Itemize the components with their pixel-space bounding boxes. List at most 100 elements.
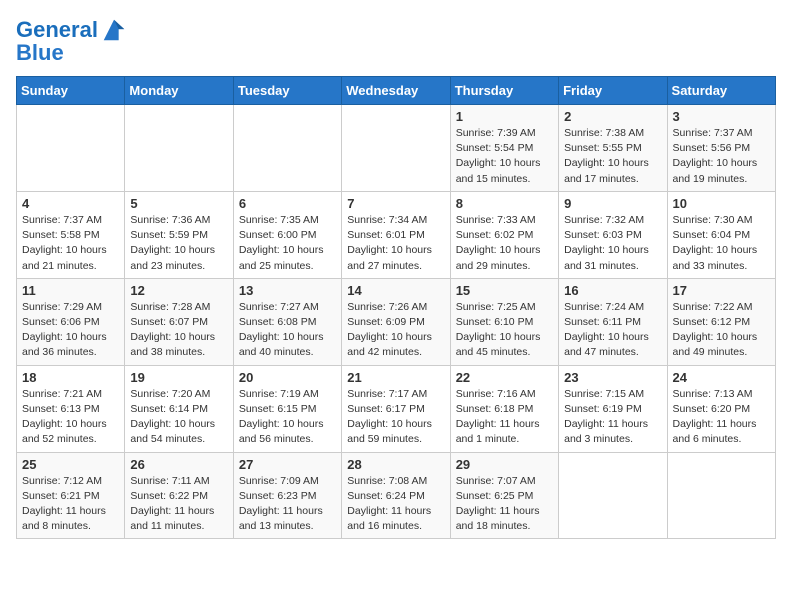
calendar-cell: 25 Sunrise: 7:12 AMSunset: 6:21 PMDayligh…	[17, 452, 125, 539]
day-number: 18	[22, 370, 119, 385]
day-number: 27	[239, 457, 336, 472]
page-header: General Blue	[16, 16, 776, 66]
day-info: Sunrise: 7:35 AMSunset: 6:00 PMDaylight:…	[239, 213, 336, 274]
calendar-cell: 12 Sunrise: 7:28 AMSunset: 6:07 PMDayligh…	[125, 278, 233, 365]
day-number: 26	[130, 457, 227, 472]
calendar-cell: 17 Sunrise: 7:22 AMSunset: 6:12 PMDayligh…	[667, 278, 775, 365]
day-info: Sunrise: 7:39 AMSunset: 5:54 PMDaylight:…	[456, 126, 553, 187]
day-info: Sunrise: 7:37 AMSunset: 5:56 PMDaylight:…	[673, 126, 770, 187]
day-info: Sunrise: 7:21 AMSunset: 6:13 PMDaylight:…	[22, 387, 119, 448]
day-info: Sunrise: 7:26 AMSunset: 6:09 PMDaylight:…	[347, 300, 444, 361]
calendar-cell	[125, 105, 233, 192]
calendar-table: SundayMondayTuesdayWednesdayThursdayFrid…	[16, 76, 776, 539]
day-info: Sunrise: 7:32 AMSunset: 6:03 PMDaylight:…	[564, 213, 661, 274]
calendar-cell: 8 Sunrise: 7:33 AMSunset: 6:02 PMDaylight…	[450, 191, 558, 278]
day-number: 4	[22, 196, 119, 211]
day-number: 28	[347, 457, 444, 472]
calendar-cell: 10 Sunrise: 7:30 AMSunset: 6:04 PMDayligh…	[667, 191, 775, 278]
day-number: 7	[347, 196, 444, 211]
calendar-cell: 3 Sunrise: 7:37 AMSunset: 5:56 PMDaylight…	[667, 105, 775, 192]
weekday-header: Sunday	[17, 77, 125, 105]
day-number: 21	[347, 370, 444, 385]
day-info: Sunrise: 7:12 AMSunset: 6:21 PMDaylight:…	[22, 474, 119, 535]
calendar-week-row: 4 Sunrise: 7:37 AMSunset: 5:58 PMDaylight…	[17, 191, 776, 278]
day-info: Sunrise: 7:20 AMSunset: 6:14 PMDaylight:…	[130, 387, 227, 448]
calendar-cell	[559, 452, 667, 539]
calendar-week-row: 11 Sunrise: 7:29 AMSunset: 6:06 PMDayligh…	[17, 278, 776, 365]
calendar-cell: 9 Sunrise: 7:32 AMSunset: 6:03 PMDaylight…	[559, 191, 667, 278]
calendar-cell: 13 Sunrise: 7:27 AMSunset: 6:08 PMDayligh…	[233, 278, 341, 365]
calendar-cell: 23 Sunrise: 7:15 AMSunset: 6:19 PMDayligh…	[559, 365, 667, 452]
day-info: Sunrise: 7:27 AMSunset: 6:08 PMDaylight:…	[239, 300, 336, 361]
day-info: Sunrise: 7:24 AMSunset: 6:11 PMDaylight:…	[564, 300, 661, 361]
day-number: 5	[130, 196, 227, 211]
weekday-header: Thursday	[450, 77, 558, 105]
day-number: 6	[239, 196, 336, 211]
calendar-cell: 19 Sunrise: 7:20 AMSunset: 6:14 PMDayligh…	[125, 365, 233, 452]
day-info: Sunrise: 7:09 AMSunset: 6:23 PMDaylight:…	[239, 474, 336, 535]
day-number: 19	[130, 370, 227, 385]
day-info: Sunrise: 7:30 AMSunset: 6:04 PMDaylight:…	[673, 213, 770, 274]
weekday-header: Friday	[559, 77, 667, 105]
day-number: 25	[22, 457, 119, 472]
calendar-week-row: 1 Sunrise: 7:39 AMSunset: 5:54 PMDaylight…	[17, 105, 776, 192]
day-info: Sunrise: 7:22 AMSunset: 6:12 PMDaylight:…	[673, 300, 770, 361]
logo-text: General	[16, 18, 98, 42]
day-info: Sunrise: 7:33 AMSunset: 6:02 PMDaylight:…	[456, 213, 553, 274]
calendar-cell: 29Sunrise: 7:07 AMSunset: 6:25 PMDayligh…	[450, 452, 558, 539]
calendar-week-row: 25 Sunrise: 7:12 AMSunset: 6:21 PMDayligh…	[17, 452, 776, 539]
day-number: 23	[564, 370, 661, 385]
calendar-cell: 11 Sunrise: 7:29 AMSunset: 6:06 PMDayligh…	[17, 278, 125, 365]
calendar-cell: 2Sunrise: 7:38 AMSunset: 5:55 PMDaylight…	[559, 105, 667, 192]
calendar-cell	[17, 105, 125, 192]
calendar-cell: 16 Sunrise: 7:24 AMSunset: 6:11 PMDayligh…	[559, 278, 667, 365]
day-number: 20	[239, 370, 336, 385]
day-info: Sunrise: 7:15 AMSunset: 6:19 PMDaylight:…	[564, 387, 661, 448]
calendar-cell: 4 Sunrise: 7:37 AMSunset: 5:58 PMDaylight…	[17, 191, 125, 278]
day-number: 22	[456, 370, 553, 385]
day-info: Sunrise: 7:07 AMSunset: 6:25 PMDaylight:…	[456, 474, 553, 535]
day-info: Sunrise: 7:28 AMSunset: 6:07 PMDaylight:…	[130, 300, 227, 361]
day-info: Sunrise: 7:17 AMSunset: 6:17 PMDaylight:…	[347, 387, 444, 448]
day-info: Sunrise: 7:13 AMSunset: 6:20 PMDaylight:…	[673, 387, 770, 448]
day-info: Sunrise: 7:25 AMSunset: 6:10 PMDaylight:…	[456, 300, 553, 361]
day-info: Sunrise: 7:29 AMSunset: 6:06 PMDaylight:…	[22, 300, 119, 361]
day-number: 11	[22, 283, 119, 298]
weekday-header: Monday	[125, 77, 233, 105]
calendar-cell: 20 Sunrise: 7:19 AMSunset: 6:15 PMDayligh…	[233, 365, 341, 452]
logo-icon	[100, 16, 128, 44]
day-info: Sunrise: 7:16 AMSunset: 6:18 PMDaylight:…	[456, 387, 553, 448]
calendar-header: SundayMondayTuesdayWednesdayThursdayFrid…	[17, 77, 776, 105]
calendar-cell: 27 Sunrise: 7:09 AMSunset: 6:23 PMDayligh…	[233, 452, 341, 539]
calendar-cell: 6 Sunrise: 7:35 AMSunset: 6:00 PMDaylight…	[233, 191, 341, 278]
calendar-cell: 28Sunrise: 7:08 AMSunset: 6:24 PMDayligh…	[342, 452, 450, 539]
day-info: Sunrise: 7:11 AMSunset: 6:22 PMDaylight:…	[130, 474, 227, 535]
day-info: Sunrise: 7:19 AMSunset: 6:15 PMDaylight:…	[239, 387, 336, 448]
weekday-header: Saturday	[667, 77, 775, 105]
calendar-cell: 14Sunrise: 7:26 AMSunset: 6:09 PMDayligh…	[342, 278, 450, 365]
day-number: 12	[130, 283, 227, 298]
day-number: 8	[456, 196, 553, 211]
calendar-cell: 5 Sunrise: 7:36 AMSunset: 5:59 PMDaylight…	[125, 191, 233, 278]
day-number: 13	[239, 283, 336, 298]
day-number: 24	[673, 370, 770, 385]
weekday-header: Wednesday	[342, 77, 450, 105]
day-info: Sunrise: 7:36 AMSunset: 5:59 PMDaylight:…	[130, 213, 227, 274]
calendar-cell: 1 Sunrise: 7:39 AMSunset: 5:54 PMDaylight…	[450, 105, 558, 192]
calendar-cell	[233, 105, 341, 192]
calendar-cell: 7Sunrise: 7:34 AMSunset: 6:01 PMDaylight…	[342, 191, 450, 278]
day-number: 16	[564, 283, 661, 298]
calendar-cell: 18 Sunrise: 7:21 AMSunset: 6:13 PMDayligh…	[17, 365, 125, 452]
day-number: 17	[673, 283, 770, 298]
day-info: Sunrise: 7:38 AMSunset: 5:55 PMDaylight:…	[564, 126, 661, 187]
day-info: Sunrise: 7:37 AMSunset: 5:58 PMDaylight:…	[22, 213, 119, 274]
calendar-cell: 24 Sunrise: 7:13 AMSunset: 6:20 PMDayligh…	[667, 365, 775, 452]
day-number: 9	[564, 196, 661, 211]
day-number: 10	[673, 196, 770, 211]
calendar-cell: 21 Sunrise: 7:17 AMSunset: 6:17 PMDayligh…	[342, 365, 450, 452]
day-number: 1	[456, 109, 553, 124]
weekday-header: Tuesday	[233, 77, 341, 105]
calendar-cell: 26 Sunrise: 7:11 AMSunset: 6:22 PMDayligh…	[125, 452, 233, 539]
calendar-cell: 22 Sunrise: 7:16 AMSunset: 6:18 PMDayligh…	[450, 365, 558, 452]
day-number: 3	[673, 109, 770, 124]
